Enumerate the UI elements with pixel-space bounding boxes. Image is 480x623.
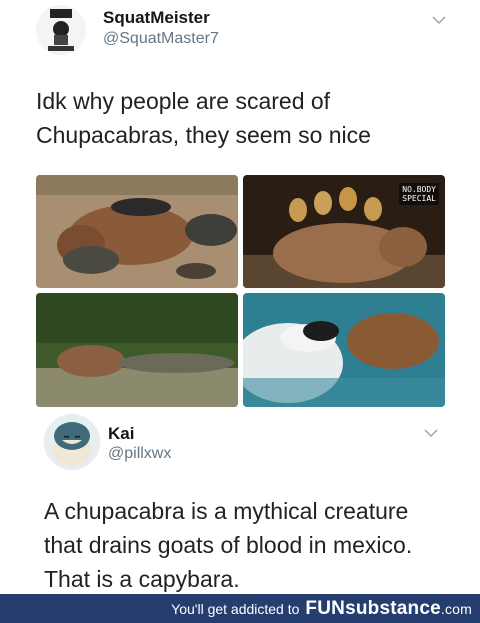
chevron-down-icon[interactable] (432, 13, 446, 27)
photo-grid: NO.BODY SPECIAL (36, 175, 445, 407)
user-handle[interactable]: @pillxwx (108, 445, 171, 463)
display-name[interactable]: Kai (108, 424, 134, 444)
tweet-text-line: Chupacabras, they seem so nice (36, 122, 371, 148)
brand-logo[interactable]: FUNsubstance.com (305, 598, 472, 620)
user-handle[interactable]: @SquatMaster7 (103, 30, 219, 48)
site-footer-banner[interactable]: You'll get addicted to FUNsubstance.com (0, 594, 480, 623)
photo-capybara-with-monkeys[interactable]: NO.BODY SPECIAL (243, 175, 445, 288)
watermark: NO.BODY SPECIAL (399, 183, 439, 205)
watermark-line: NO.BODY (402, 185, 436, 194)
footer-tagline: You'll get addicted to (171, 600, 300, 617)
avatar[interactable] (44, 414, 100, 470)
tweet-text-line: Idk why people are scared of (36, 88, 331, 114)
photo-capybara-with-turtles[interactable] (36, 175, 238, 288)
brand-part: .com (440, 600, 472, 617)
display-name[interactable]: SquatMeister (103, 8, 210, 28)
tweet-text-line: That is a capybara. (44, 566, 240, 592)
watermark-line: SPECIAL (402, 194, 436, 203)
tweet-text-line: A chupacabra is a mythical creature (44, 498, 409, 524)
photo-capybara-with-rat[interactable] (243, 293, 445, 407)
brand-part: substance (345, 597, 441, 619)
chevron-down-icon[interactable] (424, 426, 438, 440)
photo-capybara-with-caiman[interactable] (36, 293, 238, 407)
avatar[interactable] (36, 5, 86, 55)
tweet-text-line: that drains goats of blood in mexico. (44, 532, 413, 558)
brand-part: FUN (305, 597, 346, 619)
